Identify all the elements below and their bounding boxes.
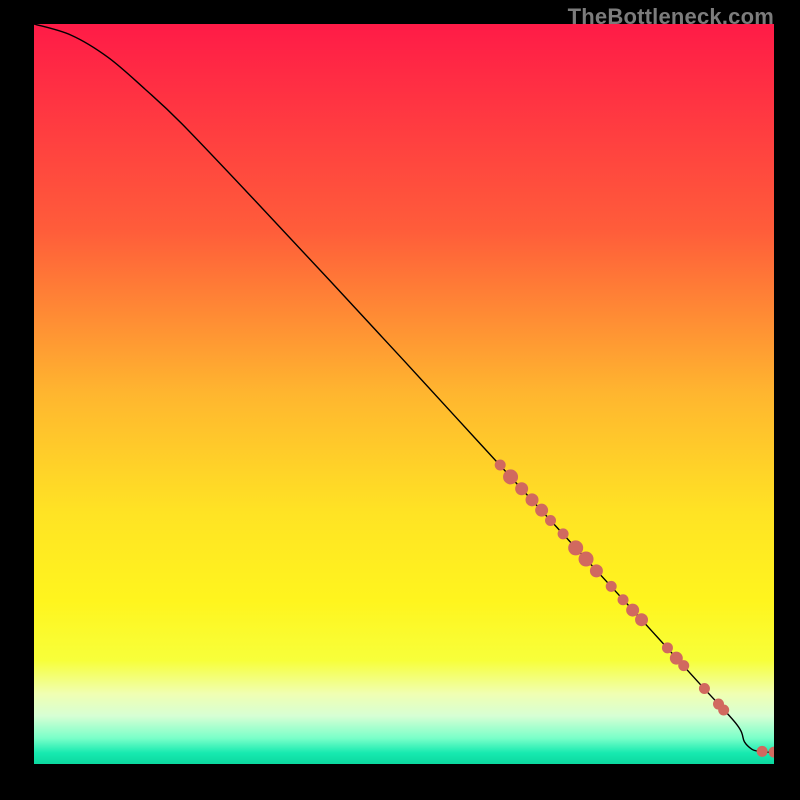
chart-stage: TheBottleneck.com [0, 0, 800, 800]
chart-marker [757, 746, 767, 756]
chart-marker [558, 529, 568, 539]
chart-marker [662, 643, 672, 653]
chart-marker [504, 470, 518, 484]
chart-marker [516, 483, 528, 495]
chart-background [34, 24, 774, 764]
chart-marker [546, 516, 556, 526]
chart-marker [526, 494, 538, 506]
chart-marker [627, 604, 639, 616]
chart-marker [579, 552, 593, 566]
chart-marker [719, 705, 729, 715]
chart-plot-area [34, 24, 774, 764]
chart-marker [569, 541, 583, 555]
chart-marker [636, 614, 648, 626]
chart-marker [590, 565, 602, 577]
chart-marker [618, 595, 628, 605]
chart-svg [34, 24, 774, 764]
chart-marker [699, 684, 709, 694]
chart-marker [495, 460, 505, 470]
chart-marker [679, 661, 689, 671]
chart-marker [606, 581, 616, 591]
chart-marker [536, 504, 548, 516]
